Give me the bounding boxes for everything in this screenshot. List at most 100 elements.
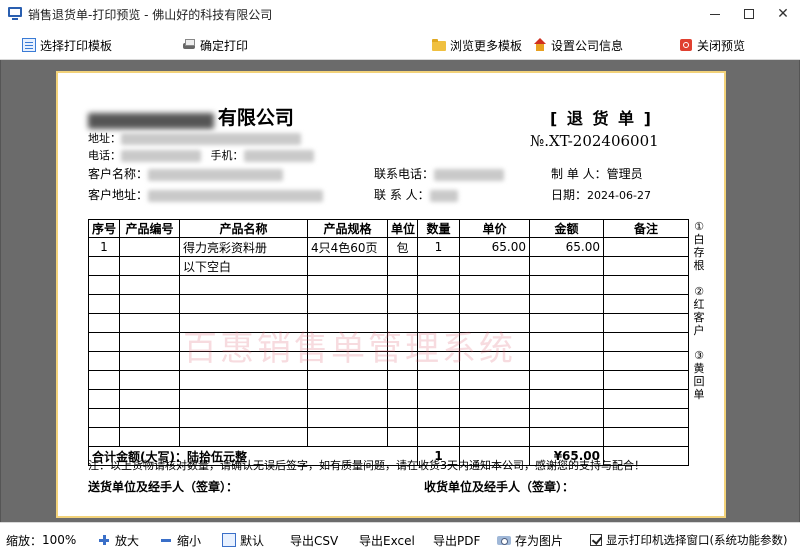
status-bar: 缩放： 100% 放大 缩小 默认 导出CSV 导出Excel 导出PDF 存为… [0, 522, 800, 554]
select-template-label: 选择打印模板 [40, 38, 113, 53]
close-preview-label: 关闭预览 [697, 38, 746, 53]
select-template-button[interactable]: 选择打印模板 [22, 36, 112, 54]
customer-address-label: 客户地址： [88, 188, 149, 202]
export-excel-label: 导出Excel [359, 533, 415, 548]
minimize-button[interactable] [698, 0, 732, 28]
side-note-red: ②红客户 [693, 285, 705, 337]
photo-icon [497, 533, 511, 547]
printer-icon [182, 38, 196, 52]
zoom-value: 100% [42, 533, 77, 547]
template-icon [22, 38, 36, 52]
table-row-empty [88, 370, 689, 390]
confirm-print-label: 确定打印 [200, 38, 249, 53]
table-row-empty [88, 408, 689, 428]
table-cell [417, 256, 460, 276]
window-controls: ✕ [698, 0, 800, 28]
company-name-redacted [88, 112, 214, 129]
phone-redacted [121, 150, 201, 162]
show-printer-dialog-label: 显示打印机选择窗口(系统功能参数) [606, 533, 788, 547]
table-row-empty [88, 389, 689, 409]
preview-area[interactable]: 有限公司 地址： 电话： 手机： [ 退 货 单 ] №.XT-20240600… [0, 60, 800, 522]
minimize-icon [710, 13, 720, 15]
table-cell [307, 256, 388, 276]
col-header: 金额 [529, 219, 604, 238]
customer-name-line: 客户名称： [88, 165, 284, 182]
mobile-redacted [243, 150, 314, 162]
table-cell [603, 256, 689, 276]
side-note-white: ①白存根 [693, 220, 705, 272]
zoom-indicator: 缩放： 100% [6, 532, 76, 548]
browse-templates-label: 浏览更多模板 [450, 38, 523, 53]
col-header: 数量 [417, 219, 460, 238]
show-printer-dialog-checkbox[interactable]: 显示打印机选择窗口(系统功能参数) [590, 532, 787, 548]
window-title: 销售退货单-打印预览 - 佛山好的科技有限公司 [28, 7, 273, 22]
doc-number: №.XT-202406001 [530, 132, 659, 150]
export-excel-button[interactable]: 导出Excel [359, 532, 415, 548]
contact-redacted [429, 189, 458, 202]
plus-icon [97, 533, 111, 547]
contact-line: 联 系 人： [374, 186, 458, 203]
address-line: 地址： [88, 130, 301, 146]
minus-icon [159, 533, 173, 547]
save-image-label: 存为图片 [515, 533, 564, 548]
table-row-empty [88, 275, 689, 295]
checkbox-checked-icon[interactable] [590, 534, 602, 546]
col-header: 产品编号 [119, 219, 180, 238]
customer-address-line: 客户地址： [88, 186, 324, 203]
close-window-button[interactable]: ✕ [766, 0, 800, 28]
table-cell [119, 256, 180, 276]
table-cell: 得力亮彩资料册 [179, 237, 308, 257]
app-monitor-icon [8, 7, 22, 21]
table-row-empty [88, 427, 689, 447]
zoom-out-button[interactable]: 缩小 [159, 532, 201, 548]
company-info-label: 设置公司信息 [551, 38, 624, 53]
default-zoom-icon [222, 533, 236, 547]
company-info-button[interactable]: 设置公司信息 [533, 36, 623, 54]
table-cell [387, 256, 418, 276]
table-cell: 包 [387, 237, 418, 257]
table-cell [603, 237, 689, 257]
export-pdf-button[interactable]: 导出PDF [433, 532, 480, 548]
table-cell: 4只4色60页 [307, 237, 388, 257]
col-header: 产品规格 [307, 219, 388, 238]
phone-label: 电话： [88, 149, 121, 162]
doc-title: [ 退 货 单 ] [550, 109, 653, 128]
contact-phone-redacted [434, 168, 505, 181]
default-zoom-label: 默认 [240, 533, 265, 548]
maker-value: 管理员 [606, 167, 643, 181]
zoom-in-button[interactable]: 放大 [97, 532, 139, 548]
table-cell [88, 256, 120, 276]
col-header: 单位 [387, 219, 418, 238]
table-cell: 1 [417, 237, 460, 257]
zoom-label: 缩放： [6, 533, 43, 548]
confirm-print-button[interactable]: 确定打印 [182, 36, 248, 54]
contact-phone-line: 联系电话： [374, 165, 505, 182]
print-page: 有限公司 地址： 电话： 手机： [ 退 货 单 ] №.XT-20240600… [58, 73, 724, 516]
close-preview-button[interactable]: 关闭预览 [679, 36, 745, 54]
customer-label: 客户名称： [88, 167, 149, 181]
table-cell [119, 237, 180, 257]
zoom-in-label: 放大 [115, 533, 140, 548]
table-cell: 65.00 [529, 237, 604, 257]
receiver-signature: 收货单位及经手人（签章）： [424, 480, 575, 494]
export-csv-button[interactable]: 导出CSV [290, 532, 338, 548]
customer-name-redacted [148, 168, 284, 181]
table-header-row: 序号 产品编号 产品名称 产品规格 单位 数量 单价 金额 备注 [88, 219, 689, 238]
table-cell: 以下空白 [179, 256, 308, 276]
export-csv-label: 导出CSV [290, 533, 339, 548]
save-image-button[interactable]: 存为图片 [497, 532, 563, 548]
col-header: 单价 [459, 219, 530, 238]
date-label: 日期： [551, 188, 588, 202]
contact-phone-label: 联系电话： [374, 167, 435, 181]
mobile-label: 手机： [210, 149, 244, 162]
export-pdf-label: 导出PDF [433, 533, 481, 548]
browse-templates-button[interactable]: 浏览更多模板 [432, 36, 522, 54]
table-row-empty [88, 294, 689, 314]
maximize-button[interactable] [732, 0, 766, 28]
table-row: 以下空白 [88, 256, 689, 276]
close-preview-icon [679, 38, 693, 52]
default-zoom-button[interactable]: 默认 [222, 532, 264, 548]
folder-icon [432, 38, 446, 52]
company-header: 有限公司 [88, 103, 294, 130]
contact-label: 联 系 人： [374, 188, 430, 202]
